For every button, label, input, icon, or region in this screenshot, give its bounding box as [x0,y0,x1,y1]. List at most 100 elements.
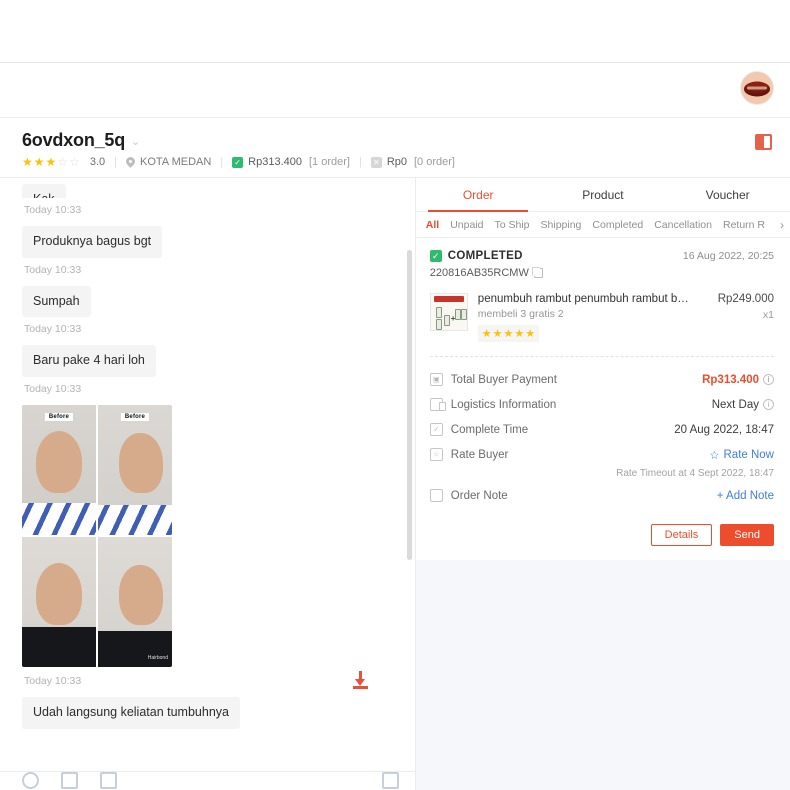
product-quantity: x1 [762,309,774,321]
order-main-tabs: Order Product Voucher [415,178,790,212]
message-bubble: Udah langsung keliatan tumbuhnya [22,696,240,729]
chat-message-list: Kak Today 10:33 Produknya bagus bgt Toda… [0,178,415,729]
promo-banner [433,296,464,302]
top-blank-area [0,0,790,62]
rate-timeout-note: Rate Timeout at 4 Sept 2022, 18:47 [616,468,774,479]
product-rating-stars: ★ ★ ★ ★ ★ [477,325,540,342]
chat-scroll-area[interactable]: Kak Today 10:33 Produknya bagus bgt Toda… [0,178,415,771]
account-bar [0,63,790,118]
star-badge-icon: ☆ [429,448,443,461]
watermark: Hairbond [147,654,168,661]
download-icon[interactable] [352,670,369,689]
product-price: Rp249.000 [717,293,774,305]
order-id-row: 220816AB35RCMW [430,267,774,279]
row-label: Order Note [450,489,508,502]
filter-unpaid[interactable]: Unpaid [450,219,483,231]
cancel-icon: ✕ [370,156,382,168]
shirt-shape [22,502,96,535]
app-root: 6ovdxon_5q ⌄ ★ ★ ★ ☆ ☆ 3.0 | KOTA MEDAN … [0,0,790,790]
copy-icon[interactable] [531,267,543,278]
info-icon[interactable]: i [763,374,774,385]
tab-order[interactable]: Order [416,178,541,212]
shirt-shape [98,630,172,667]
info-icon[interactable]: i [763,399,774,410]
logistics-value: Next Day [711,398,759,411]
status-badge: COMPLETED [447,250,523,262]
photo-tile[interactable]: Hairbond [98,536,172,667]
message-bubble: Kak [22,184,66,198]
row-label: Total Buyer Payment [450,373,557,386]
shop-location: KOTA MEDAN [126,156,211,168]
list-item: Kak [22,184,397,198]
total-payment-amount: Rp313.400 [702,373,759,386]
message-time: Today 10:33 [24,382,82,395]
order-card: ✓ COMPLETED 16 Aug 2022, 20:25 220816AB3… [415,238,790,560]
tab-voucher[interactable]: Voucher [665,178,790,211]
product-thumbnail[interactable]: + [429,293,468,331]
arrow-head [354,678,365,686]
star-icon: ★ [33,155,45,169]
avatar[interactable] [740,71,774,105]
photo-tag: Before [120,412,150,421]
message-bubble: Baru pake 4 hari loh [22,345,156,377]
emoji-icon[interactable] [22,772,39,789]
rate-now-label: Rate Now [723,448,775,461]
list-item: Udah langsung keliatan tumbuhnya [22,696,397,729]
star-icon: ★ [525,328,536,340]
row-value: Next Day i [712,399,774,411]
filter-return-refund[interactable]: Return R [723,219,765,231]
folder-icon[interactable] [100,772,117,789]
photo-tile[interactable] [22,536,96,667]
chevron-right-icon[interactable]: › [776,218,784,232]
toggle-right-pane [764,136,770,148]
message-photo-grid[interactable]: Before Before Hairbond [22,404,172,667]
message-bubble: Sumpah [22,285,91,318]
tab-product[interactable]: Product [541,178,666,211]
order-panel-empty-area [415,560,790,790]
order-info-rows: ▣ Total Buyer Payment Rp313.400 i Logist… [429,357,774,508]
add-note-link[interactable]: + Add Note [717,490,774,502]
split-panel-toggle-icon[interactable] [755,134,772,150]
filter-shipping[interactable]: Shipping [541,219,582,231]
filter-all[interactable]: All [426,219,439,231]
bottle-icon [443,315,450,326]
filter-to-ship[interactable]: To Ship [495,219,530,231]
chat-panel: Kak Today 10:33 Produknya bagus bgt Toda… [0,178,416,790]
image-icon[interactable] [61,772,78,789]
photo-tile[interactable]: Before [22,404,96,535]
list-item: Baru pake 4 hari loh [22,345,397,377]
chevron-down-icon[interactable]: ⌄ [131,137,140,148]
order-status-row: ✓ COMPLETED 16 Aug 2022, 20:25 [429,250,774,262]
message-time: Today 10:33 [24,674,82,687]
row-logistics-information: Logistics Information Next Day i [429,392,774,417]
payment-icon: ▣ [429,373,443,386]
star-icon: ☆ [69,155,80,169]
chat-toolbar [0,771,415,790]
star-icon: ☆ [57,155,69,169]
star-glyph: ☆ [433,451,440,458]
filter-completed[interactable]: Completed [592,219,643,231]
meta-divider: | [220,156,224,168]
row-rate-buyer: ☆ Rate Buyer ☆ Rate Now [429,442,774,467]
product-variant: membeli 3 gratis 2 [477,308,564,320]
order-card-icon[interactable] [381,772,399,789]
order-action-row: Details Send [430,524,774,546]
shirt-shape [22,626,96,667]
shop-meta-row: ★ ★ ★ ☆ ☆ 3.0 | KOTA MEDAN | ✓ Rp313.400… [22,156,774,168]
location-pin-icon [126,157,135,168]
star-icon: ★ [45,155,57,169]
details-button[interactable]: Details [650,524,713,546]
head-shape [118,432,163,493]
head-shape [118,564,163,625]
product-price-block: Rp249.000 x1 [718,293,774,342]
chat-scrollbar[interactable] [406,250,412,560]
filter-cancellation[interactable]: Cancellation [654,219,712,231]
bottle-icon [460,309,467,320]
truck-icon [429,398,446,411]
row-label: Logistics Information [450,398,557,411]
send-button[interactable]: Send [720,524,774,546]
bottle-icon [435,307,442,318]
rate-now-link[interactable]: ☆ Rate Now [709,448,774,462]
star-icon: ☆ [709,449,720,462]
photo-tile[interactable]: Before [98,404,172,535]
